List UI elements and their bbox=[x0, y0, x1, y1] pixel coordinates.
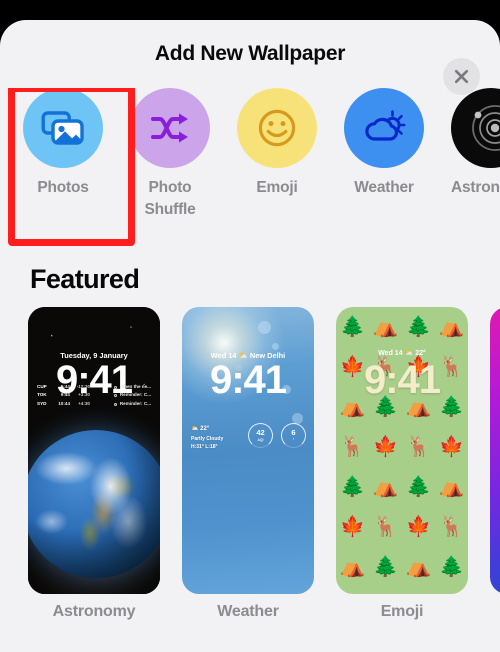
bottom-fade bbox=[0, 628, 500, 652]
weather-condition: Partly Cloudy bbox=[191, 435, 224, 442]
emoji-glyph: ⛺ bbox=[340, 556, 365, 578]
add-wallpaper-sheet: Add New Wallpaper Photos Photo Shuffle E… bbox=[0, 20, 500, 652]
weather-temperature: ⛅ 22° bbox=[191, 426, 210, 432]
emoji-glyph: 🍁 bbox=[406, 516, 431, 538]
checkbox-icon bbox=[113, 385, 118, 389]
emoji-glyph: 🌲 bbox=[406, 316, 431, 338]
smiley-icon bbox=[237, 88, 317, 168]
featured-heading: Featured bbox=[30, 264, 140, 294]
lens-flare bbox=[258, 321, 271, 334]
emoji-glyph: 🦌 bbox=[439, 516, 464, 538]
category-label: Photos bbox=[37, 179, 89, 196]
featured-wallpaper-row[interactable]: Tuesday, 9 January 9:41 CUP 5:44 -12:30 … bbox=[0, 307, 500, 621]
lockscreen-date: Wed 14 ⛅ 22° bbox=[378, 350, 426, 357]
category-label: Astronomy bbox=[450, 179, 500, 196]
emoji-glyph: ⛺ bbox=[373, 316, 398, 338]
wallpaper-card-label: Astronomy bbox=[52, 603, 136, 620]
category-emoji[interactable]: Emoji bbox=[234, 88, 320, 199]
orbit-icon bbox=[451, 88, 500, 168]
reminder-row: Reminder: C... bbox=[113, 391, 151, 399]
close-icon bbox=[453, 68, 470, 85]
cloud-sun-icon bbox=[344, 88, 424, 168]
emoji-glyph: 🍁 bbox=[439, 436, 464, 458]
category-label: Weather bbox=[354, 179, 414, 196]
emoji-glyph: 🌲 bbox=[406, 476, 431, 498]
weather-high-low: H:31° L:18° bbox=[191, 443, 218, 450]
wallpaper-preview[interactable]: 🌲 ⛺ 🌲 ⛺ 🍁 🦌 🍁 🦌 ⛺ 🌲 ⛺ 🌲 🦌 🍁 🦌 🍁 🌲 ⛺ 🌲 ⛺ 🍁 🦌 🍁 🦌 ⛺ 🌲 ⛺ 🌲 Wed 14 ⛅ 22… bbox=[336, 307, 468, 594]
lockscreen-time: 9:41 bbox=[209, 358, 287, 402]
earth-image bbox=[28, 430, 160, 578]
reminder-row: When the ne... bbox=[113, 383, 151, 391]
checkbox-icon bbox=[113, 394, 118, 398]
emoji-glyph: 🍁 bbox=[373, 436, 398, 458]
checkbox-icon bbox=[113, 402, 118, 406]
ring-widgets: 42 AQI 6 ° bbox=[248, 423, 306, 448]
category-photos[interactable]: Photos bbox=[20, 88, 106, 199]
world-clock-widget: CUP 5:44 -12:30 TOK 9:44 +3:30 SYD 10:44 bbox=[37, 383, 90, 408]
world-clock-row: TOK 9:44 +3:30 bbox=[37, 392, 90, 398]
ring-widget-aqi: 42 AQI bbox=[248, 423, 273, 448]
reminders-widget: When the ne... Reminder: C... Reminder: … bbox=[113, 383, 151, 408]
category-label: Photo Shuffle bbox=[144, 179, 196, 218]
wallpaper-category-row[interactable]: Photos Photo Shuffle Emoji Weather Astro… bbox=[0, 88, 500, 248]
category-weather[interactable]: Weather bbox=[341, 88, 427, 199]
wallpaper-preview[interactable]: Wed 14 ⛅ New Delhi 9:41 ⛅ 22° Partly Clo… bbox=[182, 307, 314, 594]
wallpaper-card-weather[interactable]: Wed 14 ⛅ New Delhi 9:41 ⛅ 22° Partly Clo… bbox=[182, 307, 314, 621]
category-astronomy[interactable]: Astronomy bbox=[448, 88, 500, 199]
emoji-glyph: 🦌 bbox=[340, 436, 365, 458]
wallpaper-preview[interactable] bbox=[490, 307, 500, 594]
wallpaper-card-astronomy[interactable]: Tuesday, 9 January 9:41 CUP 5:44 -12:30 … bbox=[28, 307, 160, 621]
emoji-glyph: 🦌 bbox=[406, 436, 431, 458]
emoji-glyph: 🦌 bbox=[373, 516, 398, 538]
photos-icon bbox=[23, 88, 103, 168]
wallpaper-card-emoji[interactable]: 🌲 ⛺ 🌲 ⛺ 🍁 🦌 🍁 🦌 ⛺ 🌲 ⛺ 🌲 🦌 🍁 🦌 🍁 🌲 ⛺ 🌲 ⛺ 🍁 🦌 🍁 🦌 ⛺ 🌲 ⛺ 🌲 Wed 14 ⛅ 22… bbox=[336, 307, 468, 621]
wallpaper-preview[interactable]: Tuesday, 9 January 9:41 CUP 5:44 -12:30 … bbox=[28, 307, 160, 594]
emoji-glyph: 🌲 bbox=[373, 556, 398, 578]
emoji-glyph: 🌲 bbox=[340, 316, 365, 338]
wallpaper-card-label: Emoji bbox=[380, 603, 424, 620]
sheet-header: Add New Wallpaper bbox=[0, 20, 500, 95]
lens-flare bbox=[272, 343, 279, 350]
category-photo-shuffle[interactable]: Photo Shuffle bbox=[127, 88, 213, 221]
emoji-glyph: ⛺ bbox=[439, 476, 464, 498]
emoji-glyph: 🍁 bbox=[340, 516, 365, 538]
wallpaper-card-label: Weather bbox=[217, 603, 279, 620]
category-label: Emoji bbox=[256, 179, 298, 196]
reminder-row: Reminder: C... bbox=[113, 400, 151, 408]
emoji-glyph: ⛺ bbox=[373, 476, 398, 498]
emoji-glyph: 🌲 bbox=[340, 476, 365, 498]
page-title: Add New Wallpaper bbox=[154, 42, 346, 65]
ring-widget-uv: 6 ° bbox=[281, 423, 306, 448]
weather-widget: ⛅ 22° Partly Cloudy H:31° L:18° bbox=[191, 425, 223, 451]
emoji-glyph: ⛺ bbox=[406, 556, 431, 578]
emoji-glyph: 🌲 bbox=[439, 556, 464, 578]
lockscreen-widgets: CUP 5:44 -12:30 TOK 9:44 +3:30 SYD 10:44 bbox=[37, 383, 151, 408]
emoji-glyph: ⛺ bbox=[439, 316, 464, 338]
wallpaper-card-partial[interactable] bbox=[490, 307, 500, 621]
shuffle-icon bbox=[130, 88, 210, 168]
world-clock-row: CUP 5:44 -12:30 bbox=[37, 384, 90, 389]
cloud-sun-icon: ⛅ bbox=[191, 426, 199, 432]
world-clock-row: SYD 10:44 +4:30 bbox=[37, 400, 90, 406]
lockscreen-time: 9:41 bbox=[363, 358, 441, 402]
